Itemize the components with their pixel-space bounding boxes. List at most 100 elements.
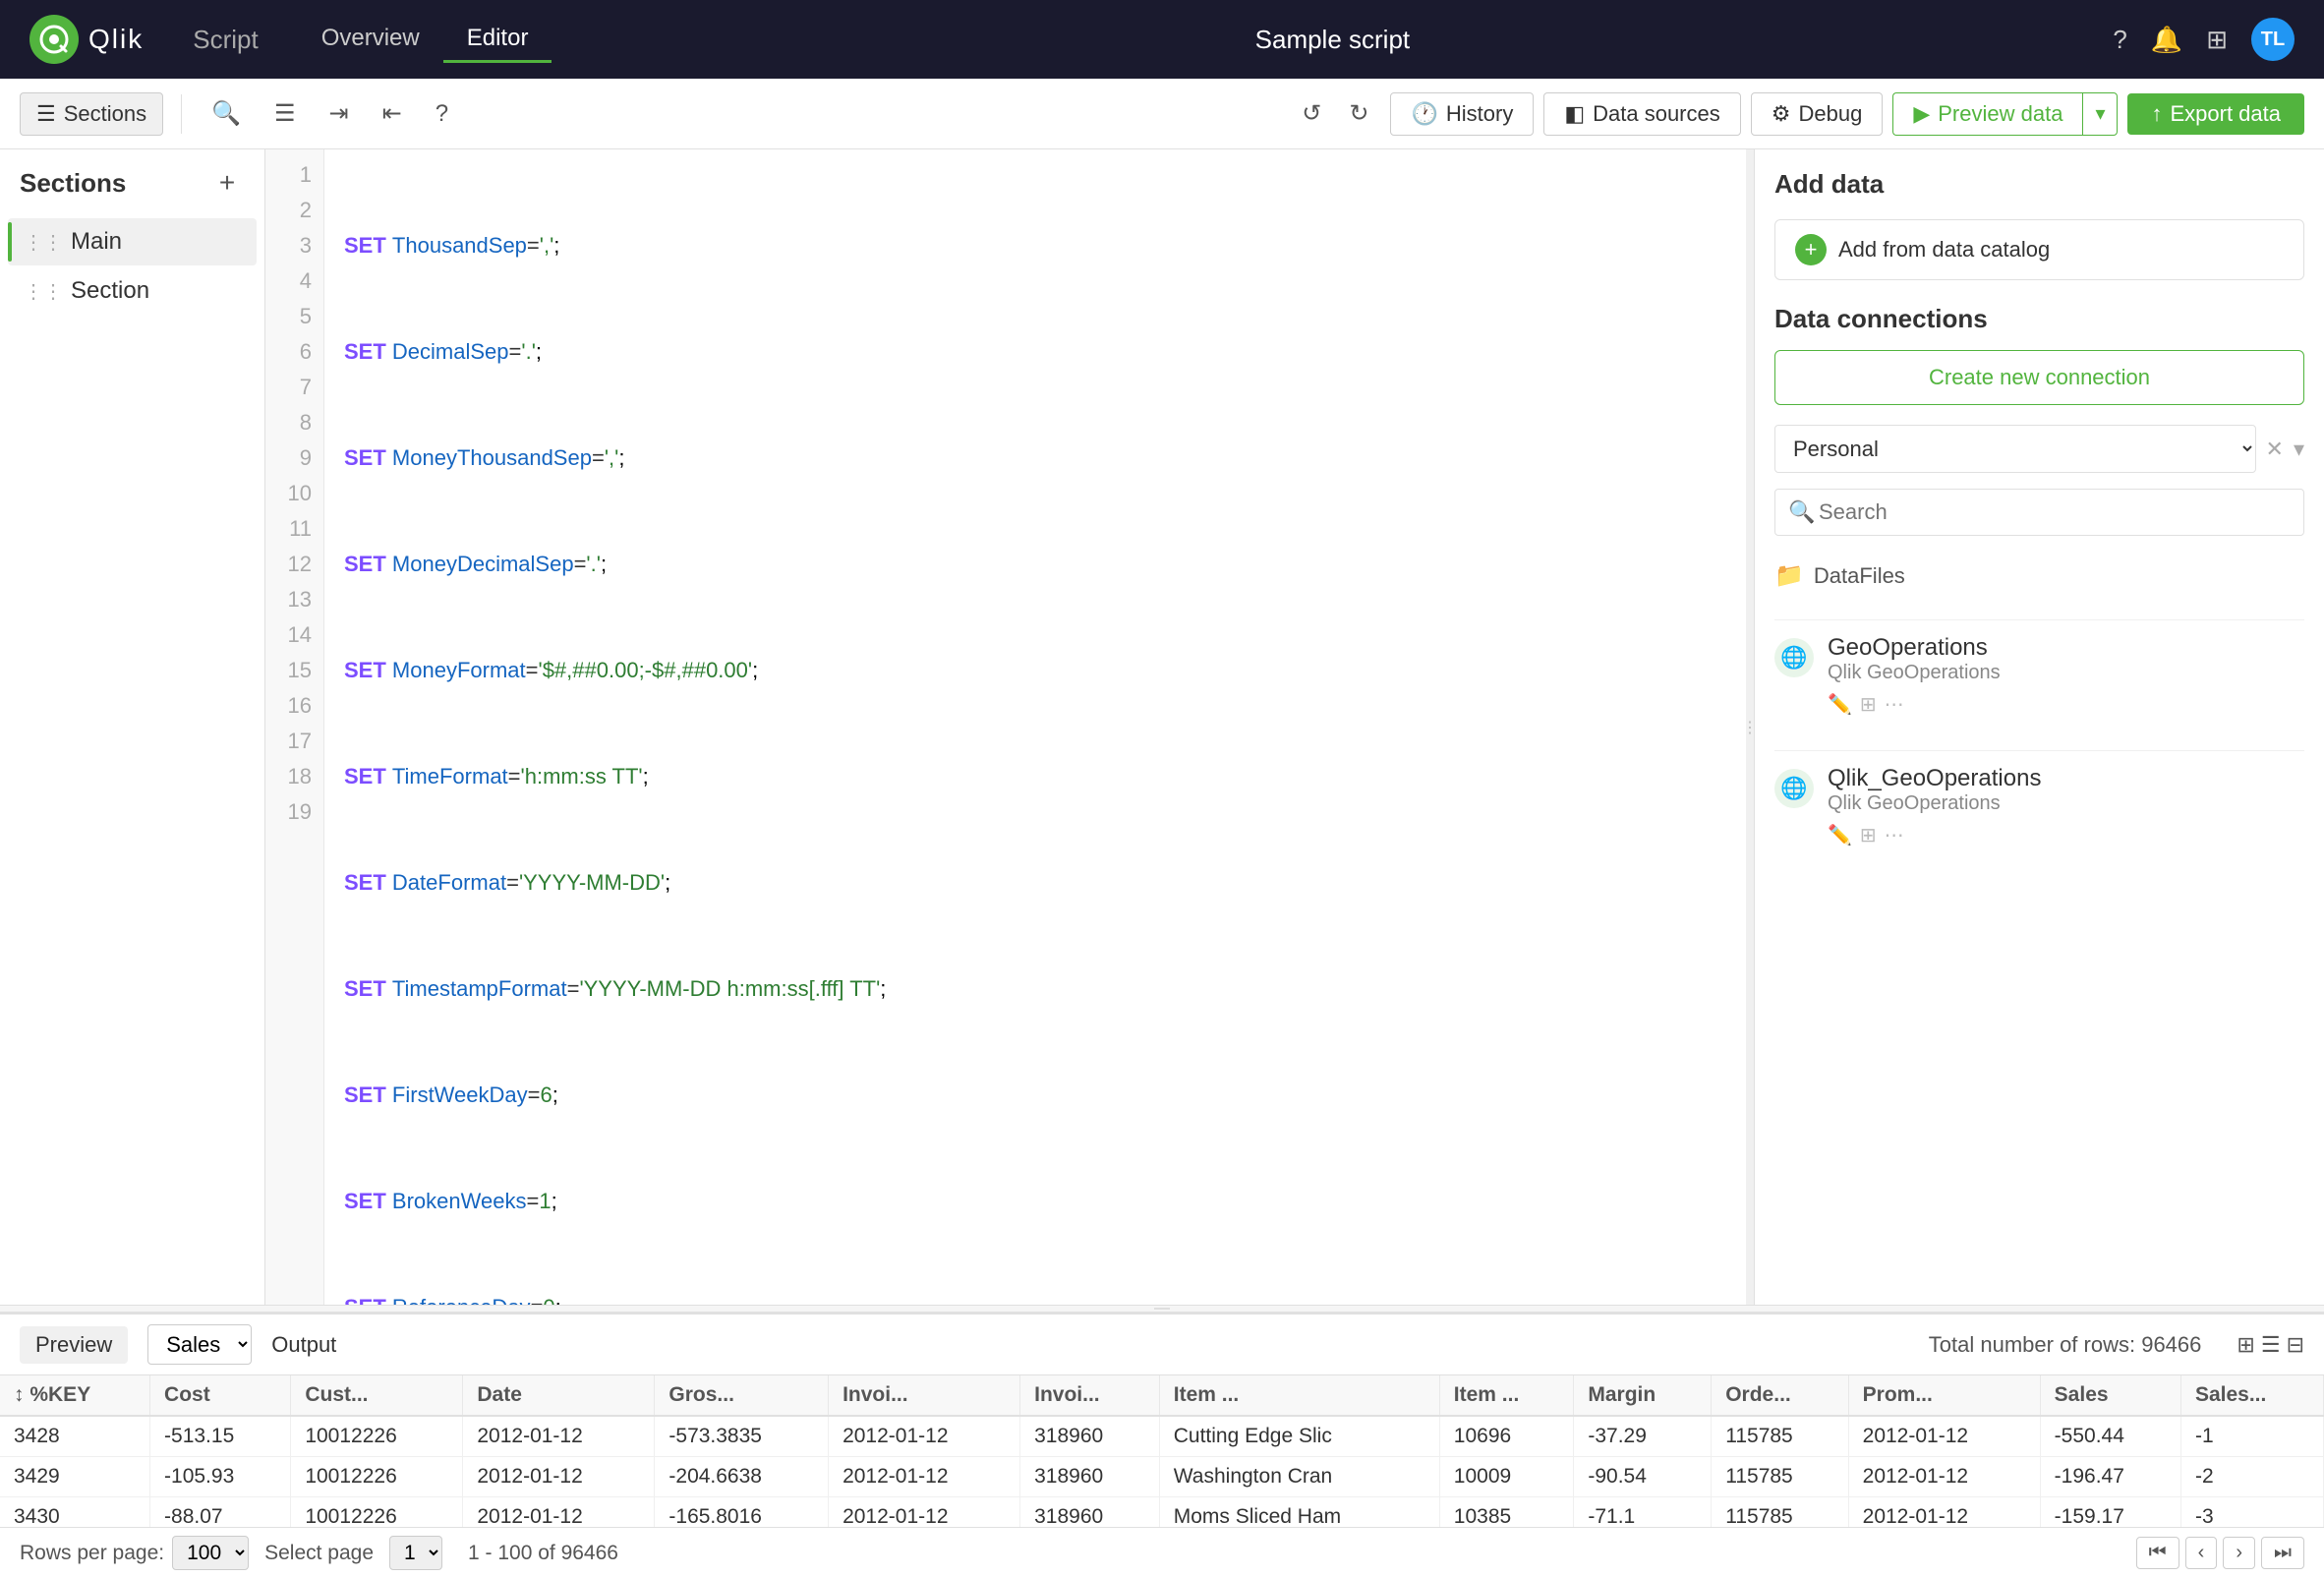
datasources-button[interactable]: ◧ Data sources (1543, 92, 1740, 136)
code-editor[interactable]: 12345 678910 1112131415 16171819 SET Tho… (265, 149, 1746, 1305)
export-button[interactable]: ↑ Export data (2127, 93, 2304, 135)
conn-edit-icon-2[interactable]: ✏️ (1828, 823, 1852, 847)
qlik-logo: Qlik (29, 15, 144, 64)
col-gros-header[interactable]: Gros... (655, 1375, 829, 1416)
table-select[interactable]: Sales (147, 1324, 252, 1365)
table-cell: 318960 (1020, 1497, 1160, 1528)
table-cell: 3429 (0, 1457, 150, 1497)
col-margin-header[interactable]: Margin (1574, 1375, 1712, 1416)
table-cell: -204.6638 (655, 1457, 829, 1497)
sidebar-item-section[interactable]: ⋮⋮ Section (8, 267, 257, 315)
sidebar-item-main[interactable]: ⋮⋮ Main 🗑 (8, 218, 257, 265)
table-cell: 2012-01-12 (463, 1497, 655, 1528)
table-cell: 10385 (1439, 1497, 1574, 1528)
bell-icon[interactable]: 🔔 (2151, 25, 2182, 55)
conn-select-icon-2[interactable]: ⊞ (1860, 823, 1877, 847)
indent-button[interactable]: ⇥ (318, 91, 361, 136)
horizontal-resize-handle[interactable]: — (0, 1305, 2324, 1313)
col-date-header[interactable]: Date (463, 1375, 655, 1416)
search-input[interactable] (1774, 489, 2304, 536)
export-icon: ↑ (2151, 101, 2162, 127)
conn-more-icon-2[interactable]: ⋯ (1885, 823, 1904, 847)
prev-page-btn[interactable]: ‹ (2185, 1537, 2218, 1569)
preview-data-button[interactable]: ▶ Preview data (1892, 92, 2082, 136)
table-cell: -105.93 (150, 1457, 291, 1497)
table-cell: -2 (2180, 1457, 2323, 1497)
col-invoi2-header[interactable]: Invoi... (1020, 1375, 1160, 1416)
preview-dropdown-button[interactable]: ▾ (2082, 92, 2118, 136)
nav-links: Overview Editor (298, 17, 552, 63)
undo-button[interactable]: ↺ (1290, 91, 1333, 136)
nav-overview[interactable]: Overview (298, 17, 443, 63)
rows-per-page-label: Rows per page: (20, 1542, 164, 1565)
sections-icon: ☰ (36, 101, 56, 127)
col-sort-icon[interactable]: ↕ %KEY (0, 1375, 150, 1416)
preview-label[interactable]: Preview (20, 1326, 128, 1364)
grid-icon[interactable]: ⊞ (2206, 25, 2228, 55)
conn-info-geooperations: GeoOperations Qlik GeoOperations ✏️ ⊞ ⋯ (1828, 634, 2304, 717)
main-layout: Sections + ⋮⋮ Main 🗑 ⋮⋮ Section 12345 67… (0, 149, 2324, 1305)
avatar[interactable]: TL (2251, 18, 2295, 61)
data-connections-title: Data connections (1774, 304, 2304, 334)
conn-more-icon[interactable]: ⋯ (1885, 692, 1904, 717)
list-view-icon[interactable]: ☰ (2261, 1332, 2281, 1358)
datafiles-label: DataFiles (1814, 563, 1905, 589)
next-page-btn[interactable]: › (2223, 1537, 2255, 1569)
col-item2-header[interactable]: Item ... (1439, 1375, 1574, 1416)
qlik-wordmark: Qlik (88, 24, 144, 55)
help-button[interactable]: ? (424, 92, 460, 136)
col-item1-header[interactable]: Item ... (1159, 1375, 1439, 1416)
col-salesx-header[interactable]: Sales... (2180, 1375, 2323, 1416)
help-icon[interactable]: ? (2113, 25, 2126, 55)
grid-view-icon[interactable]: ⊞ (2237, 1332, 2254, 1358)
table-cell: 2012-01-12 (829, 1457, 1020, 1497)
search-button[interactable]: 🔍 (200, 91, 253, 136)
conn-globe-icon-2: 🌐 (1774, 769, 1814, 808)
last-page-btn[interactable]: ⏭ (2261, 1537, 2304, 1569)
filter-clear-icon[interactable]: ✕ (2266, 437, 2284, 462)
history-button[interactable]: 🕐 History (1390, 92, 1534, 136)
select-page-label: Select page (264, 1542, 374, 1565)
page-select[interactable]: 1 (389, 1536, 442, 1570)
debug-button[interactable]: ⚙ Debug (1751, 92, 1884, 136)
filter-row: Personal ✕ ▾ (1774, 425, 2304, 473)
geooperations-section: 🌐 GeoOperations Qlik GeoOperations ✏️ ⊞ … (1774, 619, 2304, 731)
conn-sub: Qlik GeoOperations (1828, 662, 2304, 684)
add-catalog-button[interactable]: + Add from data catalog (1774, 219, 2304, 280)
line-numbers: 12345 678910 1112131415 16171819 (265, 149, 324, 1305)
table-cell: -90.54 (1574, 1457, 1712, 1497)
undo-redo-group: ↺ ↻ (1290, 91, 1380, 136)
table-cell: 3430 (0, 1497, 150, 1528)
table-view-icon[interactable]: ⊟ (2287, 1332, 2304, 1358)
nav-editor[interactable]: Editor (443, 17, 552, 63)
col-orde-header[interactable]: Orde... (1712, 1375, 1848, 1416)
page-nav: ⏮ ‹ › ⏭ (2136, 1537, 2304, 1569)
nav-icons: ? 🔔 ⊞ TL (2113, 18, 2295, 61)
col-cust-header[interactable]: Cust... (291, 1375, 463, 1416)
outline-button[interactable]: ☰ (262, 91, 308, 136)
col-invoi1-header[interactable]: Invoi... (829, 1375, 1020, 1416)
table-cell: Cutting Edge Slic (1159, 1416, 1439, 1457)
rows-per-page: Rows per page: 100 (20, 1536, 249, 1570)
code-content[interactable]: SET ThousandSep=','; SET DecimalSep='.';… (324, 149, 1746, 1305)
conn-select-icon[interactable]: ⊞ (1860, 692, 1877, 717)
col-cost-header[interactable]: Cost (150, 1375, 291, 1416)
rows-per-page-select[interactable]: 100 (172, 1536, 249, 1570)
table-cell: 115785 (1712, 1416, 1848, 1457)
vertical-resize-handle[interactable]: ⋮ (1746, 149, 1754, 1305)
sections-button[interactable]: ☰ Sections (20, 92, 163, 136)
redo-button[interactable]: ↻ (1337, 91, 1380, 136)
col-prom-header[interactable]: Prom... (1848, 1375, 2040, 1416)
conn-edit-icon[interactable]: ✏️ (1828, 692, 1852, 717)
outdent-button[interactable]: ⇤ (371, 91, 414, 136)
search-icon: 🔍 (1788, 499, 1815, 525)
drag-handle-icon-2: ⋮⋮ (24, 279, 63, 304)
filter-select[interactable]: Personal (1774, 425, 2256, 473)
create-connection-button[interactable]: Create new connection (1774, 350, 2304, 405)
datafiles-header[interactable]: 📁 DataFiles (1774, 552, 2304, 600)
add-section-button[interactable]: + (209, 165, 245, 201)
filter-dropdown-icon[interactable]: ▾ (2294, 437, 2304, 462)
table-cell: -37.29 (1574, 1416, 1712, 1457)
first-page-btn[interactable]: ⏮ (2136, 1537, 2179, 1569)
col-sales-header[interactable]: Sales (2040, 1375, 2180, 1416)
